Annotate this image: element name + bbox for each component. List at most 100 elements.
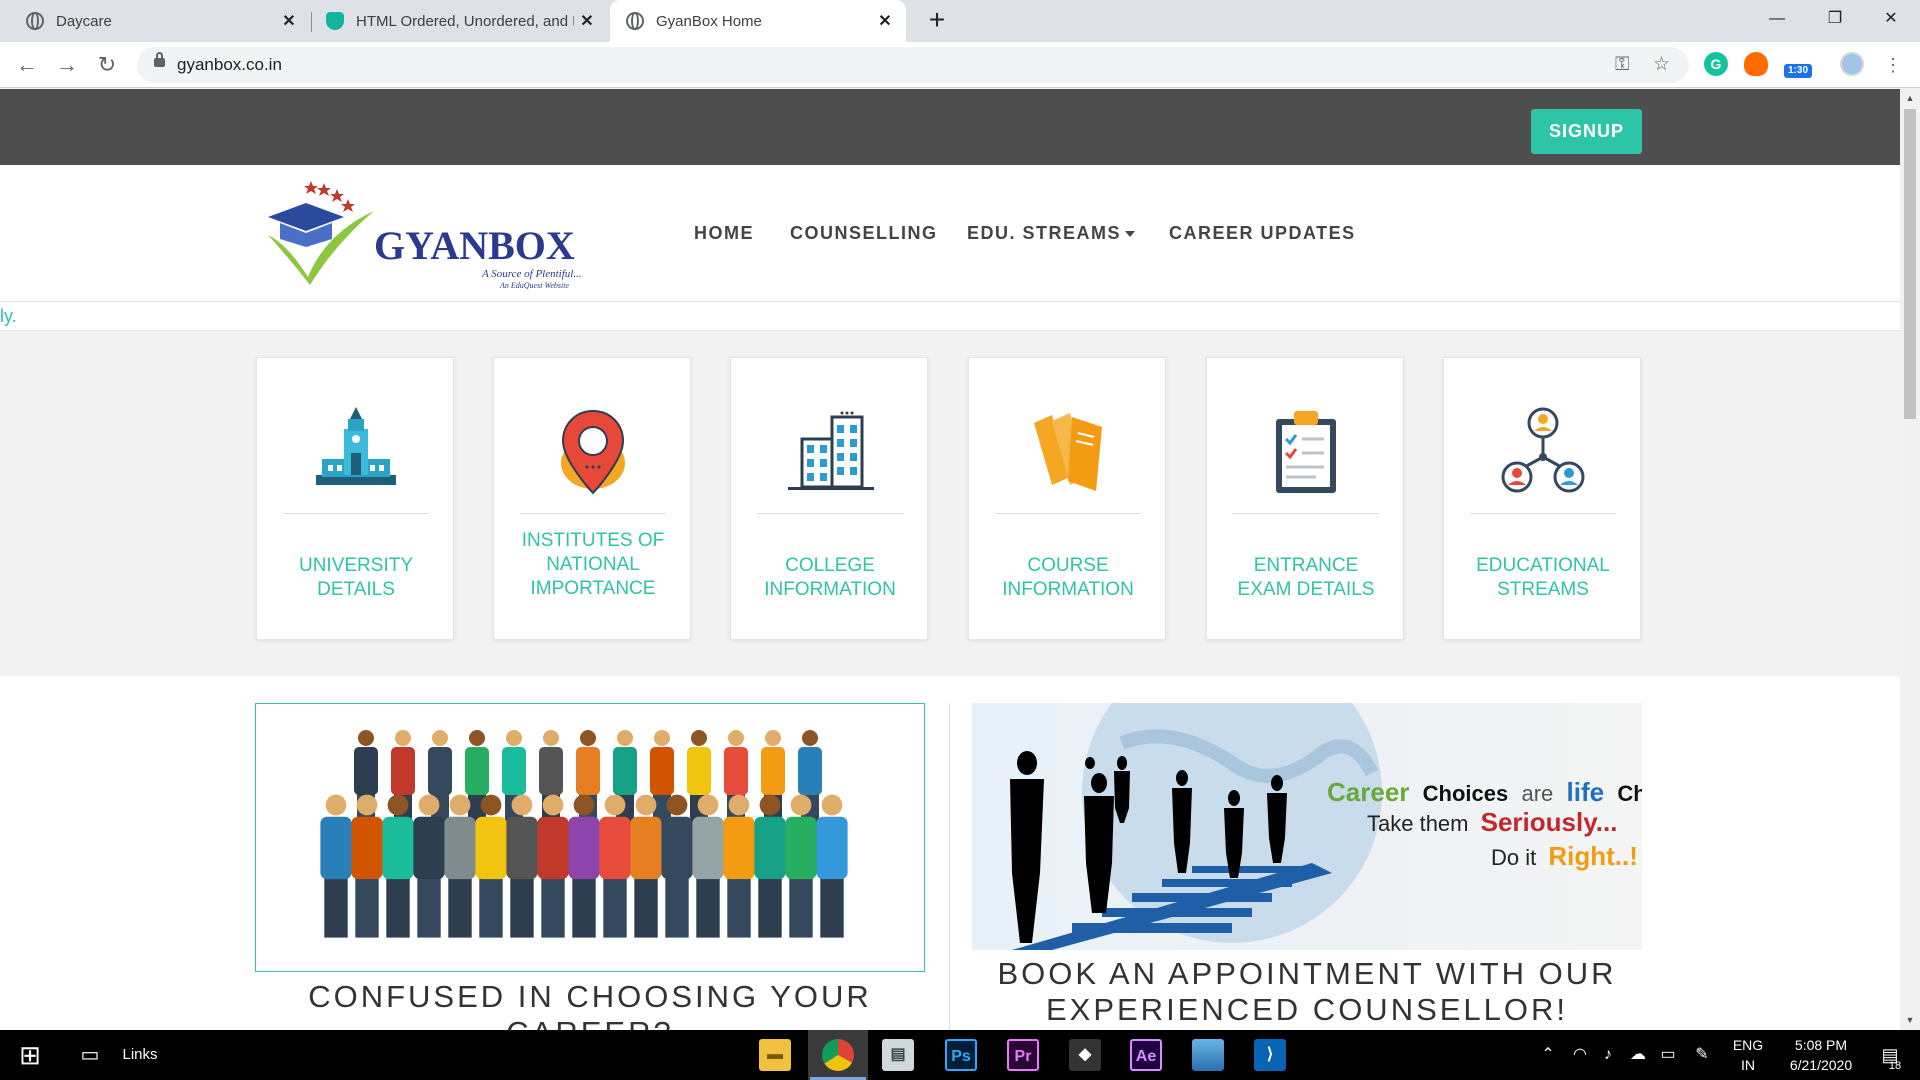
chevron-up-icon[interactable]: ⌃	[1536, 1030, 1560, 1080]
top-strip: SIGNUP	[0, 89, 1900, 165]
star-icon[interactable]: ☆	[1653, 47, 1670, 83]
card-label-line3: IMPORTANCE	[530, 578, 656, 599]
card-divider	[757, 513, 903, 514]
banner-word-choices: Choices	[1423, 781, 1509, 806]
page-scrollbar[interactable]: ▲ ▼	[1900, 89, 1920, 1030]
scroll-down-arrow[interactable]: ▼	[1900, 1015, 1920, 1025]
card-college-information[interactable]: COLLEGE INFORMATION	[730, 357, 928, 640]
banner-word-life: life	[1567, 777, 1605, 807]
profile-avatar[interactable]	[1840, 52, 1864, 76]
tab-title: GyanBox Home	[656, 12, 762, 30]
tab-daycare[interactable]: Daycare ✕	[0, 0, 310, 42]
globe-icon	[26, 12, 44, 30]
card-label-line1: COLLEGE	[785, 555, 875, 576]
menu-icon[interactable]: ⋮	[1878, 50, 1908, 80]
notification-count: 18	[1888, 1060, 1902, 1072]
volume-icon[interactable]: ♪	[1596, 1030, 1620, 1080]
address-bar[interactable]: gyanbox.co.in ⚿ ☆	[137, 47, 1689, 83]
nav-edu-streams[interactable]: EDU. STREAMS	[967, 165, 1136, 302]
clipboard-icon	[1276, 411, 1336, 493]
language-line2[interactable]: IN	[1726, 1056, 1770, 1076]
university-icon	[316, 407, 396, 485]
card-label-line1: COURSE	[1027, 555, 1109, 576]
card-label-line1: ENTRANCE	[1253, 555, 1359, 576]
card-label-line2: EXAM DETAILS	[1237, 579, 1375, 600]
premiere-icon[interactable]: Pr	[1007, 1039, 1039, 1071]
tab-title: Daycare	[56, 12, 112, 30]
tab-html-lists[interactable]: HTML Ordered, Unordered, and D ✕	[312, 0, 608, 42]
restore-button[interactable]: ❐	[1806, 0, 1864, 38]
forward-button[interactable]: →	[52, 50, 82, 80]
key-icon[interactable]: ⚿	[1615, 47, 1629, 83]
language-line1[interactable]: ENG	[1726, 1036, 1770, 1056]
card-divider	[1470, 513, 1616, 514]
nav-home[interactable]: HOME	[694, 165, 754, 302]
card-label-line1: INSTITUTES OF	[521, 530, 665, 551]
card-divider	[995, 513, 1141, 514]
close-window-button[interactable]: ✕	[1862, 0, 1920, 38]
books-icon	[1034, 413, 1102, 491]
career-choices-banner[interactable]: Career Choices are life Choices Take the…	[972, 703, 1642, 950]
gyanbox-logo[interactable]: GYANBOX A Source of Plentiful... An EduQ…	[266, 173, 596, 293]
photoshop-icon[interactable]: Ps	[945, 1039, 977, 1071]
fire-extension-icon[interactable]	[1744, 52, 1768, 76]
page-viewport: SIGNUP GYANBOX A Source of Plentiful... …	[0, 89, 1900, 1030]
career-section: CONFUSED IN CHOOSING YOUR CAREER?	[0, 676, 1900, 1030]
close-icon[interactable]: ✕	[872, 11, 898, 31]
card-label-line2: INFORMATION	[764, 579, 896, 600]
wifi-icon[interactable]: ◠	[1568, 1030, 1592, 1080]
timer-extension-badge[interactable]: 1:30	[1784, 64, 1812, 78]
lock-icon	[154, 52, 165, 67]
banner-word-choices-2: Choices	[1617, 781, 1642, 806]
ticker-text: ly.	[0, 306, 17, 326]
location-pin-icon	[561, 409, 625, 495]
card-institutes-national-importance[interactable]: INSTITUTES OF NATIONAL IMPORTANCE	[493, 357, 691, 640]
signup-button[interactable]: SIGNUP	[1531, 109, 1642, 154]
photos-app-icon[interactable]	[1192, 1039, 1224, 1071]
card-educational-streams[interactable]: EDUCATIONAL STREAMS	[1443, 357, 1641, 640]
browser-toolbar: ← → ↻ gyanbox.co.in ⚿ ☆ G 1:30 ⋮	[0, 42, 1920, 88]
banner-word-right: Right..!	[1548, 841, 1638, 871]
scrollbar-thumb[interactable]	[1904, 109, 1916, 419]
person-figure	[816, 794, 848, 938]
clock-date[interactable]: 6/21/2020	[1776, 1056, 1866, 1076]
windows-start-icon[interactable]: ⊞	[10, 1030, 50, 1080]
vscode-icon[interactable]: ⟩	[1254, 1039, 1286, 1071]
close-icon[interactable]: ✕	[574, 11, 600, 31]
pen-icon[interactable]: ✎	[1690, 1030, 1714, 1080]
photos-icon[interactable]: ▤	[882, 1039, 914, 1071]
minimize-button[interactable]: —	[1748, 0, 1806, 38]
logo-tagline: A Source of Plentiful...	[481, 268, 582, 280]
file-explorer-icon[interactable]: ▬	[759, 1039, 791, 1071]
unity-icon[interactable]: ◆	[1069, 1039, 1101, 1071]
grammarly-icon[interactable]: G	[1704, 52, 1728, 76]
after-effects-icon[interactable]: Ae	[1130, 1039, 1162, 1071]
card-label-line2: DETAILS	[317, 579, 395, 600]
task-view-icon[interactable]: ▭	[70, 1030, 110, 1080]
clock-time[interactable]: 5:08 PM	[1776, 1036, 1866, 1056]
card-entrance-exam-details[interactable]: ENTRANCE EXAM DETAILS	[1206, 357, 1404, 640]
battery-icon[interactable]: ▭	[1656, 1030, 1680, 1080]
reload-button[interactable]: ↻	[92, 50, 122, 80]
cloud-icon[interactable]: ☁	[1626, 1030, 1650, 1080]
banner-word-career: Career	[1327, 777, 1409, 807]
new-tab-button[interactable]: +	[921, 5, 953, 37]
scroll-up-arrow[interactable]: ▲	[1900, 93, 1920, 103]
links-toolbar[interactable]: Links	[118, 1030, 162, 1080]
card-divider	[520, 513, 666, 514]
logo-brand-text: GYANBOX	[374, 223, 575, 268]
windows-taskbar: ⊞ ▭ Links ▬ ▤ Ps Pr ◆ Ae ⟩ ⌃ ◠ ♪ ☁ ▭ ✎ E…	[0, 1030, 1920, 1080]
professions-illustration[interactable]	[255, 703, 925, 972]
close-icon[interactable]: ✕	[276, 11, 302, 31]
card-divider	[283, 513, 429, 514]
card-divider	[1233, 513, 1379, 514]
nav-career-updates[interactable]: CAREER UPDATES	[1169, 165, 1356, 302]
card-university-details[interactable]: UNIVERSITY DETAILS	[256, 357, 454, 640]
card-course-information[interactable]: COURSE INFORMATION	[968, 357, 1166, 640]
person-figure	[320, 794, 352, 938]
chrome-icon[interactable]	[822, 1039, 854, 1071]
tab-gyanbox-home[interactable]: GyanBox Home ✕	[610, 0, 906, 42]
nav-counselling[interactable]: COUNSELLING	[790, 165, 938, 302]
back-button[interactable]: ←	[12, 50, 42, 80]
svg-text:Do it Right..!: Do it Right..!	[1491, 841, 1638, 871]
